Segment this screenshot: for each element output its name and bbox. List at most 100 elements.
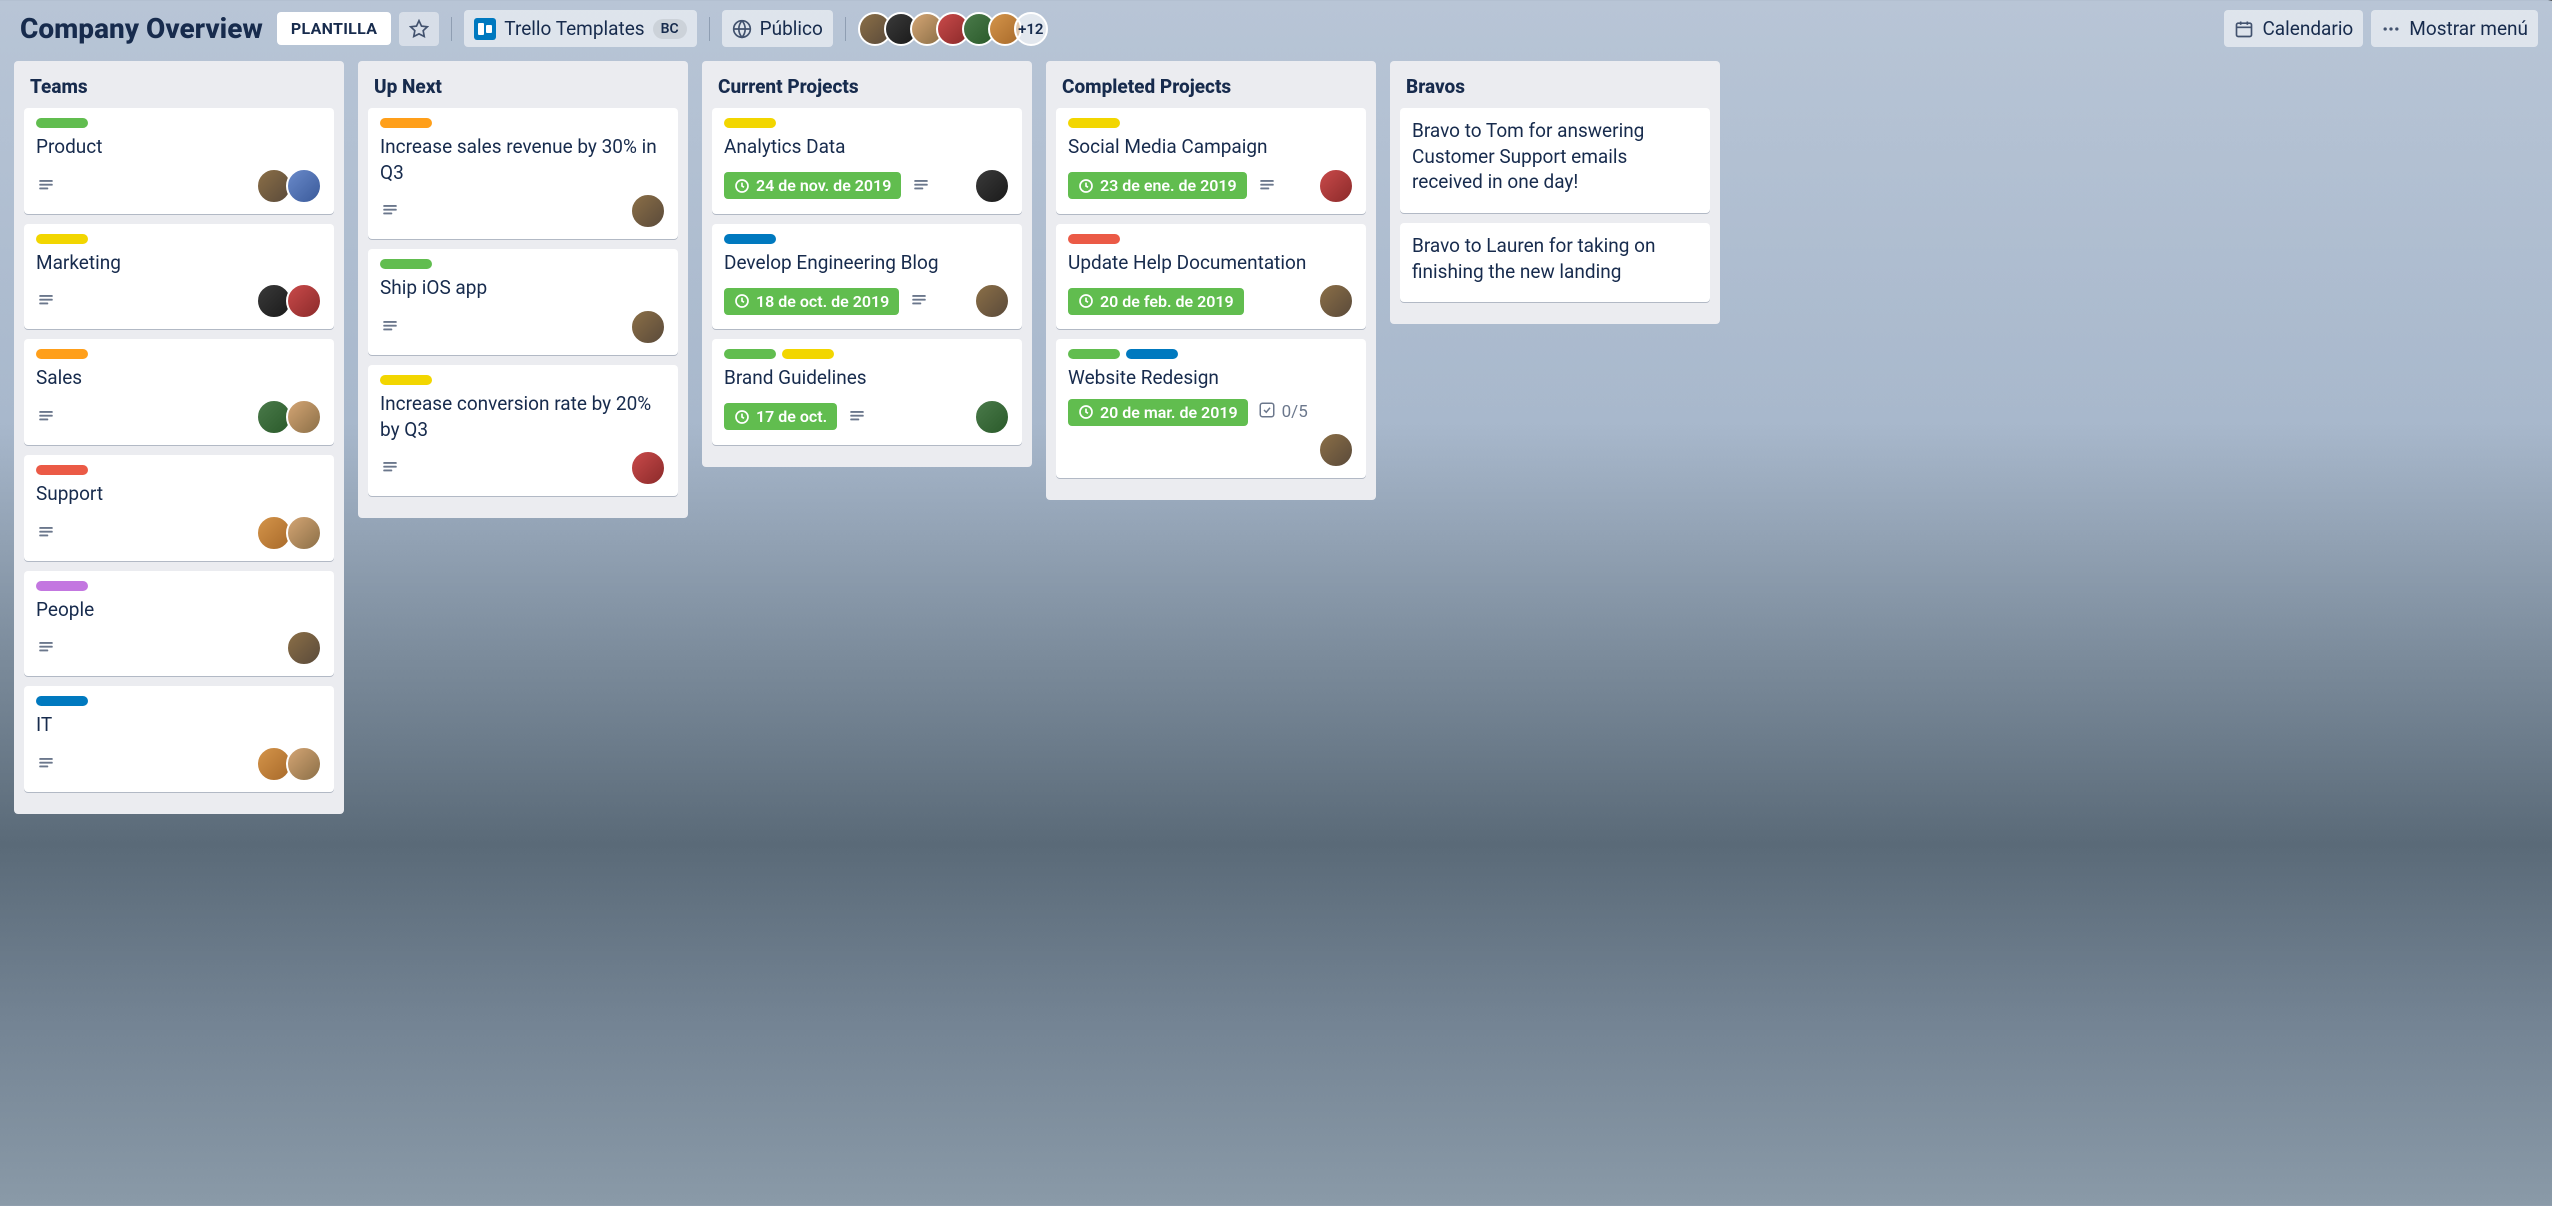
card[interactable]: Sales — [24, 339, 334, 445]
list[interactable]: TeamsProductMarketing Sales Support People I… — [14, 61, 344, 814]
card-label[interactable] — [1068, 349, 1120, 359]
card-label[interactable] — [36, 465, 88, 475]
card[interactable]: Bravo to Tom for answering Customer Supp… — [1400, 108, 1710, 213]
card-member-avatar[interactable] — [1318, 168, 1354, 204]
dots-icon — [2381, 19, 2401, 39]
card-title: Social Media Campaign — [1068, 134, 1354, 160]
card-label[interactable] — [36, 118, 88, 128]
calendar-icon — [2234, 19, 2254, 39]
workspace-name: Trello Templates — [504, 17, 644, 40]
description-icon — [909, 292, 929, 310]
card[interactable]: Increase conversion rate by 20% by Q3 — [368, 365, 678, 496]
list[interactable]: Bravos Bravo to Tom for answering Custome… — [1390, 61, 1720, 324]
due-date-badge[interactable]: 24 de nov. de 2019 — [724, 172, 901, 199]
due-date-badge[interactable]: 18 de oct. de 2019 — [724, 288, 899, 315]
template-badge[interactable]: PLANTILLA — [277, 12, 391, 45]
card-member-avatar[interactable] — [630, 309, 666, 345]
card-label[interactable] — [36, 581, 88, 591]
card[interactable]: People — [24, 571, 334, 677]
description-icon — [36, 524, 56, 542]
card[interactable]: Ship iOS app — [368, 249, 678, 355]
description-icon — [36, 755, 56, 773]
card-label[interactable] — [36, 234, 88, 244]
board-canvas[interactable]: TeamsProductMarketing Sales Support People I… — [0, 61, 2552, 828]
star-icon — [409, 19, 429, 39]
card[interactable]: Marketing — [24, 224, 334, 330]
card-label[interactable] — [724, 349, 776, 359]
list-title[interactable]: Current Projects — [712, 71, 1022, 108]
calendar-button[interactable]: Calendario — [2224, 10, 2363, 47]
workspace-badge: BC — [653, 19, 687, 39]
card-member-avatar[interactable] — [286, 630, 322, 666]
board-members[interactable]: +12 — [858, 12, 1048, 46]
due-date-badge[interactable]: 20 de mar. de 2019 — [1068, 399, 1248, 426]
card-member-avatar[interactable] — [286, 283, 322, 319]
card-label[interactable] — [1068, 234, 1120, 244]
card-member-avatar[interactable] — [286, 399, 322, 435]
description-icon — [380, 318, 400, 336]
card-title: Analytics Data — [724, 134, 1010, 160]
card-label[interactable] — [724, 234, 776, 244]
clock-icon — [1078, 293, 1094, 309]
card-member-avatar[interactable] — [1318, 432, 1354, 468]
card-title: People — [36, 597, 322, 623]
card[interactable]: Update Help Documentation20 de feb. de 2… — [1056, 224, 1366, 330]
clock-icon — [734, 293, 750, 309]
card-member-avatar[interactable] — [630, 193, 666, 229]
card-title: Website Redesign — [1068, 365, 1354, 391]
list-title[interactable]: Teams — [24, 71, 334, 108]
list-title[interactable]: Up Next — [368, 71, 678, 108]
card-member-avatar[interactable] — [1318, 283, 1354, 319]
card-title: Sales — [36, 365, 322, 391]
card-member-avatar[interactable] — [974, 283, 1010, 319]
card-label[interactable] — [380, 375, 432, 385]
card-title: Develop Engineering Blog — [724, 250, 1010, 276]
card-label[interactable] — [782, 349, 834, 359]
card-label[interactable] — [724, 118, 776, 128]
card-title: Brand Guidelines — [724, 365, 1010, 391]
due-date-badge[interactable]: 20 de feb. de 2019 — [1068, 288, 1244, 315]
card[interactable]: Brand Guidelines 17 de oct. — [712, 339, 1022, 445]
board-title[interactable]: Company Overview — [14, 8, 269, 49]
card-label[interactable] — [36, 696, 88, 706]
card-label[interactable] — [380, 118, 432, 128]
card[interactable]: Analytics Data 24 de nov. de 2019 — [712, 108, 1022, 214]
card-title: Increase conversion rate by 20% by Q3 — [380, 391, 666, 442]
list-title[interactable]: Bravos — [1400, 71, 1710, 108]
card[interactable]: Support — [24, 455, 334, 561]
card-label[interactable] — [36, 349, 88, 359]
card[interactable]: Bravo to Lauren for taking on finishing … — [1400, 223, 1710, 302]
card-member-avatar[interactable] — [286, 515, 322, 551]
card-label[interactable] — [380, 259, 432, 269]
list[interactable]: Up NextIncrease sales revenue by 30% in … — [358, 61, 688, 518]
card-member-avatar[interactable] — [286, 168, 322, 204]
description-icon — [36, 292, 56, 310]
description-icon — [1257, 177, 1277, 195]
card-member-avatar[interactable] — [974, 399, 1010, 435]
card-member-avatar[interactable] — [286, 746, 322, 782]
card[interactable]: Website Redesign 20 de mar. de 2019 0/5 — [1056, 339, 1366, 478]
card[interactable]: Develop Engineering Blog 18 de oct. de 20… — [712, 224, 1022, 330]
list[interactable]: Completed Projects Social Media Campaign 2… — [1046, 61, 1376, 500]
card-label[interactable] — [1126, 349, 1178, 359]
star-button[interactable] — [399, 12, 439, 46]
more-members[interactable]: +12 — [1014, 12, 1048, 46]
due-date-badge[interactable]: 17 de oct. — [724, 403, 837, 430]
visibility-button[interactable]: Público — [722, 10, 833, 47]
card-title: Bravo to Tom for answering Customer Supp… — [1412, 118, 1698, 195]
card-label[interactable] — [1068, 118, 1120, 128]
card-member-avatar[interactable] — [630, 450, 666, 486]
card[interactable]: Social Media Campaign 23 de ene. de 2019 — [1056, 108, 1366, 214]
due-date-badge[interactable]: 23 de ene. de 2019 — [1068, 172, 1247, 199]
divider — [845, 17, 846, 41]
description-icon — [847, 408, 867, 426]
list[interactable]: Current Projects Analytics Data 24 de nov.… — [702, 61, 1032, 467]
checklist-badge[interactable]: 0/5 — [1258, 401, 1308, 424]
card[interactable]: Product — [24, 108, 334, 214]
workspace-button[interactable]: Trello Templates BC — [464, 10, 696, 47]
card-member-avatar[interactable] — [974, 168, 1010, 204]
card[interactable]: Increase sales revenue by 30% in Q3 — [368, 108, 678, 239]
card[interactable]: IT — [24, 686, 334, 792]
show-menu-button[interactable]: Mostrar menú — [2371, 10, 2538, 47]
list-title[interactable]: Completed Projects — [1056, 71, 1366, 108]
